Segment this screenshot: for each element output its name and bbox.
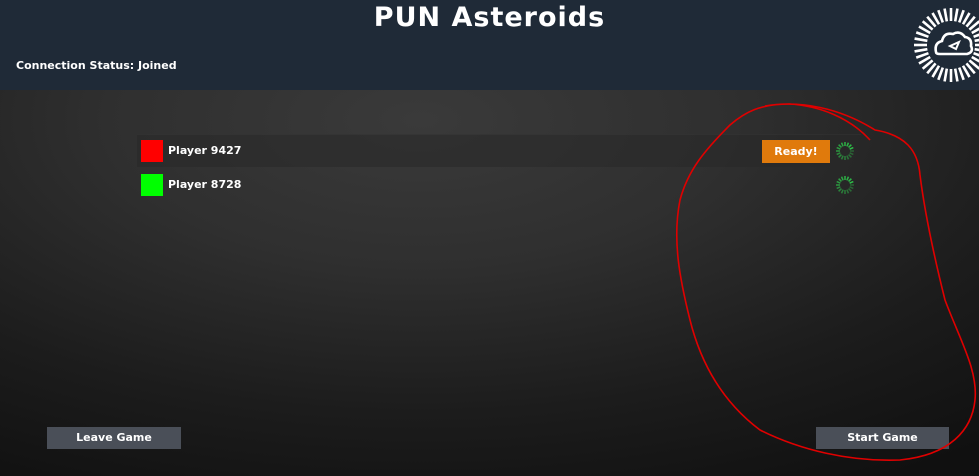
spinner-icon xyxy=(836,176,854,194)
player-name: Player 8728 xyxy=(168,178,242,191)
ready-button[interactable]: Ready! xyxy=(762,140,830,163)
player-name: Player 9427 xyxy=(168,144,242,157)
player-color-swatch xyxy=(141,140,163,162)
lobby-screen: PUN Asteroids Connection Status: Joined … xyxy=(0,0,979,476)
page-title: PUN Asteroids xyxy=(373,2,606,33)
start-game-button[interactable]: Start Game xyxy=(816,427,949,449)
spinner-icon xyxy=(836,142,854,160)
header-bar: PUN Asteroids Connection Status: Joined xyxy=(0,0,979,90)
connection-status: Connection Status: Joined xyxy=(16,59,177,72)
player-list: Player 9427 Ready! Player 8728 xyxy=(137,134,861,203)
leave-game-button[interactable]: Leave Game xyxy=(47,427,181,449)
player-row: Player 9427 Ready! xyxy=(137,134,861,167)
player-color-swatch xyxy=(141,174,163,196)
photon-cloud-logo-icon xyxy=(914,8,979,82)
player-row: Player 8728 xyxy=(137,169,861,201)
